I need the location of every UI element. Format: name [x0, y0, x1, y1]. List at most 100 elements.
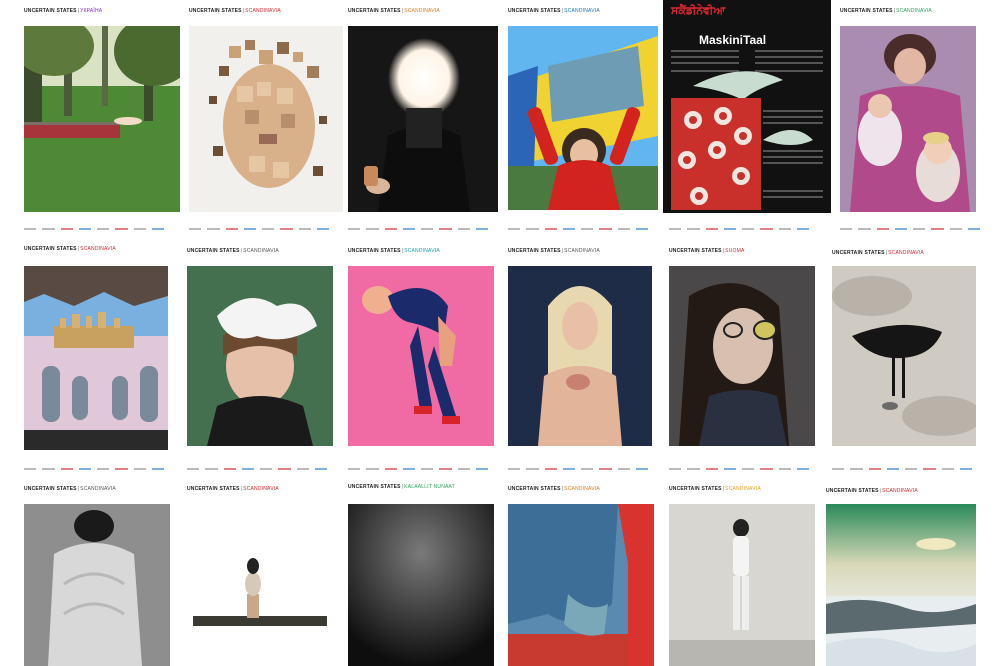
- cover-photo: [669, 504, 815, 666]
- cover-header: UNCERTAIN STATES|SCANDINAVIA: [348, 248, 440, 254]
- cover-13[interactable]: UNCERTAIN STATES|SCANDINAVIA: [18, 482, 174, 666]
- cover-meta-row: [826, 466, 982, 474]
- cover-header: UNCERTAIN STATES|SCANDINAVIA: [24, 486, 116, 492]
- cover-17[interactable]: UNCERTAIN STATES|SCANDINAVIA: [663, 482, 819, 666]
- cover-10[interactable]: UNCERTAIN STATES|SCANDINAVIA: [502, 244, 658, 454]
- cover-photo: [348, 26, 498, 212]
- cover-header: UNCERTAIN STATES|SCANDINAVIA: [508, 248, 600, 254]
- series-title: UNCERTAIN STATES: [24, 486, 77, 492]
- cover-meta-row: [181, 466, 337, 474]
- cover-meta-row: [663, 466, 819, 474]
- cover-7[interactable]: UNCERTAIN STATES|SCANDINAVIA: [18, 244, 174, 454]
- cover-header: UNCERTAIN STATES|УКРАЇНА: [24, 8, 103, 14]
- cover-meta-row: [502, 466, 658, 474]
- cover-meta-row: [183, 226, 339, 234]
- series-title: UNCERTAIN STATES: [187, 486, 240, 492]
- cover-header: UNCERTAIN STATES|KALAALLIT NUNAAT: [348, 484, 455, 490]
- cover-header: UNCERTAIN STATES|SCANDINAVIA: [348, 8, 440, 14]
- region-label: SCANDINAVIA: [243, 486, 279, 492]
- cover-15[interactable]: UNCERTAIN STATES|KALAALLIT NUNAAT: [342, 482, 498, 666]
- cover-header: UNCERTAIN STATES|SCANDINAVIA: [840, 8, 932, 14]
- cover-16[interactable]: UNCERTAIN STATES|SCANDINAVIA: [502, 482, 658, 666]
- cover-photo: [24, 26, 180, 212]
- series-title: UNCERTAIN STATES: [187, 248, 240, 254]
- region-label: SCANDINAVIA: [404, 248, 440, 254]
- cover-header: UNCERTAIN STATES|SCANDINAVIA: [832, 250, 924, 256]
- cover-photo: ਸਕੈਂਡੀਨੇਵੀਆ MaskiniTaal: [663, 0, 831, 213]
- cover-meta-row: [834, 226, 990, 234]
- cover-meta-row: [502, 226, 658, 234]
- series-title: UNCERTAIN STATES: [24, 8, 77, 14]
- cover-header: UNCERTAIN STATES|SCANDINAVIA: [189, 8, 281, 14]
- cover-header: UNCERTAIN STATES|SCANDINAVIA: [826, 488, 918, 494]
- cover-photo: [189, 26, 343, 212]
- cover-1[interactable]: UNCERTAIN STATES|УКРАЇНА: [18, 4, 180, 214]
- cover-header: UNCERTAIN STATES|SCANDINAVIA: [508, 486, 600, 492]
- cover-meta-row: [18, 466, 174, 474]
- cover-photo: [826, 504, 976, 666]
- region-label: SCANDINAVIA: [888, 250, 924, 256]
- cover-photo: [508, 266, 652, 446]
- series-title: UNCERTAIN STATES: [348, 248, 401, 254]
- cover-3[interactable]: UNCERTAIN STATES|SCANDINAVIA: [342, 4, 498, 214]
- cover-18[interactable]: UNCERTAIN STATES|SCANDINAVIA: [820, 482, 976, 666]
- cover-12[interactable]: UNCERTAIN STATES|SCANDINAVIA: [826, 244, 982, 454]
- cover-photo: [669, 266, 815, 446]
- region-label: SCANDINAVIA: [80, 246, 116, 252]
- cover-photo: [348, 266, 494, 446]
- cover-meta-row: [18, 226, 174, 234]
- cover-photo: [840, 26, 976, 212]
- cover-8[interactable]: UNCERTAIN STATES|SCANDINAVIA: [181, 244, 337, 454]
- region-label: УКРАЇНА: [80, 8, 103, 14]
- cover-photo: [24, 504, 170, 666]
- series-title: UNCERTAIN STATES: [669, 248, 722, 254]
- cover-native-title: ਸਕੈਂਡੀਨੇਵੀਆ: [670, 3, 726, 17]
- cover-meta-row: [342, 466, 498, 474]
- cover-4[interactable]: UNCERTAIN STATES|SCANDINAVIA: [502, 4, 658, 214]
- region-label: SCANDINAVIA: [564, 248, 600, 254]
- region-label: SCANDINAVIA: [896, 8, 932, 14]
- cover-14[interactable]: UNCERTAIN STATES|SCANDINAVIA: [181, 482, 337, 666]
- cover-photo: [348, 504, 494, 666]
- cover-meta-row: [663, 226, 819, 234]
- cover-header: UNCERTAIN STATES|SUOMA: [669, 248, 745, 254]
- cover-meta-row: [342, 226, 498, 234]
- series-title: UNCERTAIN STATES: [832, 250, 885, 256]
- cover-9[interactable]: UNCERTAIN STATES|SCANDINAVIA: [342, 244, 498, 454]
- series-title: UNCERTAIN STATES: [348, 484, 401, 490]
- cover-5[interactable]: ਸਕੈਂਡੀਨੇਵੀਆ MaskiniTaal: [663, 0, 831, 214]
- newspaper-masthead: MaskiniTaal: [699, 33, 766, 47]
- cover-photo: [508, 26, 658, 210]
- series-title: UNCERTAIN STATES: [840, 8, 893, 14]
- region-label: SUOMA: [725, 248, 745, 254]
- cover-photo: [187, 504, 333, 666]
- cover-6[interactable]: UNCERTAIN STATES|SCANDINAVIA: [834, 4, 990, 214]
- cover-header: UNCERTAIN STATES|SCANDINAVIA: [508, 8, 600, 14]
- cover-header: UNCERTAIN STATES|SCANDINAVIA: [669, 486, 761, 492]
- region-label: SCANDINAVIA: [245, 8, 281, 14]
- cover-grid: UNCERTAIN STATES|УКРАЇНА UNCERTAIN STATE…: [0, 0, 1000, 666]
- cover-photo: [508, 504, 654, 666]
- series-title: UNCERTAIN STATES: [508, 8, 561, 14]
- series-title: UNCERTAIN STATES: [508, 248, 561, 254]
- series-title: UNCERTAIN STATES: [826, 488, 879, 494]
- region-label: SCANDINAVIA: [564, 486, 600, 492]
- region-label: SCANDINAVIA: [564, 8, 600, 14]
- series-title: UNCERTAIN STATES: [348, 8, 401, 14]
- cover-header: UNCERTAIN STATES|SCANDINAVIA: [187, 486, 279, 492]
- cover-photo: [24, 266, 168, 450]
- cover-11[interactable]: UNCERTAIN STATES|SUOMA: [663, 244, 819, 454]
- region-label: KALAALLIT NUNAAT: [404, 484, 455, 490]
- cover-header: UNCERTAIN STATES|SCANDINAVIA: [24, 246, 116, 252]
- cover-header: UNCERTAIN STATES|SCANDINAVIA: [187, 248, 279, 254]
- series-title: UNCERTAIN STATES: [508, 486, 561, 492]
- cover-photo: [832, 266, 976, 446]
- region-label: SCANDINAVIA: [243, 248, 279, 254]
- cover-2[interactable]: UNCERTAIN STATES|SCANDINAVIA: [183, 4, 343, 214]
- region-label: SCANDINAVIA: [725, 486, 761, 492]
- cover-photo: [187, 266, 333, 446]
- series-title: UNCERTAIN STATES: [669, 486, 722, 492]
- region-label: SCANDINAVIA: [80, 486, 116, 492]
- region-label: SCANDINAVIA: [882, 488, 918, 494]
- series-title: UNCERTAIN STATES: [189, 8, 242, 14]
